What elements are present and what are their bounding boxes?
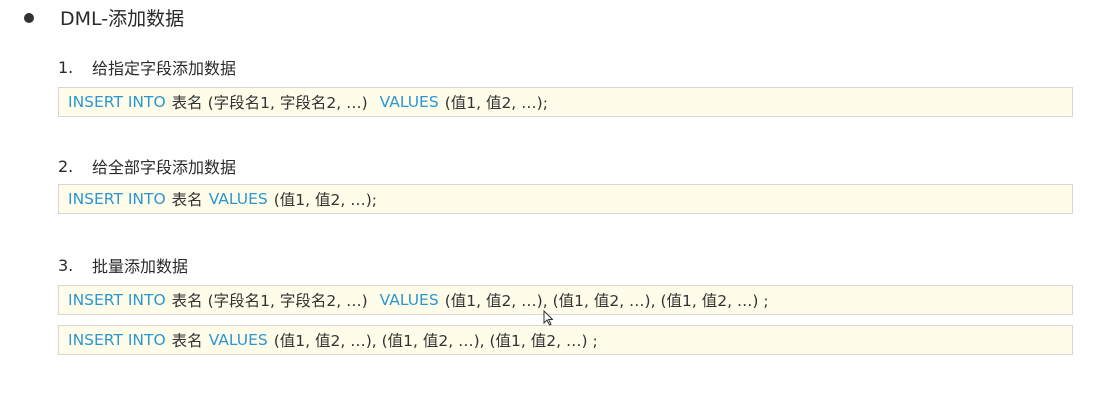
sql-keyword: VALUES — [379, 93, 439, 111]
sql-text: (值1, 值2, …); — [444, 94, 548, 112]
sql-text: 表名 (字段名1, 字段名2, …) — [171, 292, 368, 310]
item-title-text: 批量添加数据 — [92, 257, 189, 276]
code-block-2: INSERT INTO 表名 VALUES (值1, 值2, …); — [58, 184, 1073, 214]
heading-text: DML-添加数据 — [60, 8, 185, 30]
sql-text: 表名 — [171, 332, 203, 350]
sql-text: 表名 (字段名1, 字段名2, …) — [171, 94, 368, 112]
item-title-3: 3. 批量添加数据 — [58, 253, 188, 277]
code-block-1: INSERT INTO 表名 (字段名1, 字段名2, …) VALUES (值… — [58, 87, 1073, 117]
item-title-text: 给指定字段添加数据 — [92, 59, 237, 78]
sql-text: (值1, 值2, …); — [273, 191, 377, 209]
bullet-icon — [24, 12, 34, 23]
sql-keyword: INSERT INTO — [68, 93, 166, 111]
code-block-3a: INSERT INTO 表名 (字段名1, 字段名2, …) VALUES (值… — [58, 285, 1073, 315]
item-title-2: 2. 给全部字段添加数据 — [58, 154, 236, 178]
sql-keyword: VALUES — [208, 190, 268, 208]
sql-keyword: VALUES — [379, 291, 439, 309]
section-heading: DML-添加数据 — [22, 4, 184, 31]
sql-keyword: INSERT INTO — [68, 331, 166, 349]
item-number: 3. — [58, 255, 74, 275]
item-title-text: 给全部字段添加数据 — [92, 158, 237, 177]
item-number: 1. — [58, 57, 74, 77]
sql-text: (值1, 值2, …), (值1, 值2, …), (值1, 值2, …) ; — [444, 292, 769, 310]
sql-text: 表名 — [171, 191, 203, 209]
mouse-pointer-icon — [543, 310, 553, 326]
item-number: 2. — [58, 156, 74, 176]
sql-keyword: INSERT INTO — [68, 291, 166, 309]
code-block-3b: INSERT INTO 表名 VALUES (值1, 值2, …), (值1, … — [58, 325, 1073, 355]
sql-keyword: INSERT INTO — [68, 190, 166, 208]
item-title-1: 1. 给指定字段添加数据 — [58, 55, 236, 79]
sql-text: (值1, 值2, …), (值1, 值2, …), (值1, 值2, …) ; — [273, 332, 598, 350]
sql-keyword: VALUES — [208, 331, 268, 349]
